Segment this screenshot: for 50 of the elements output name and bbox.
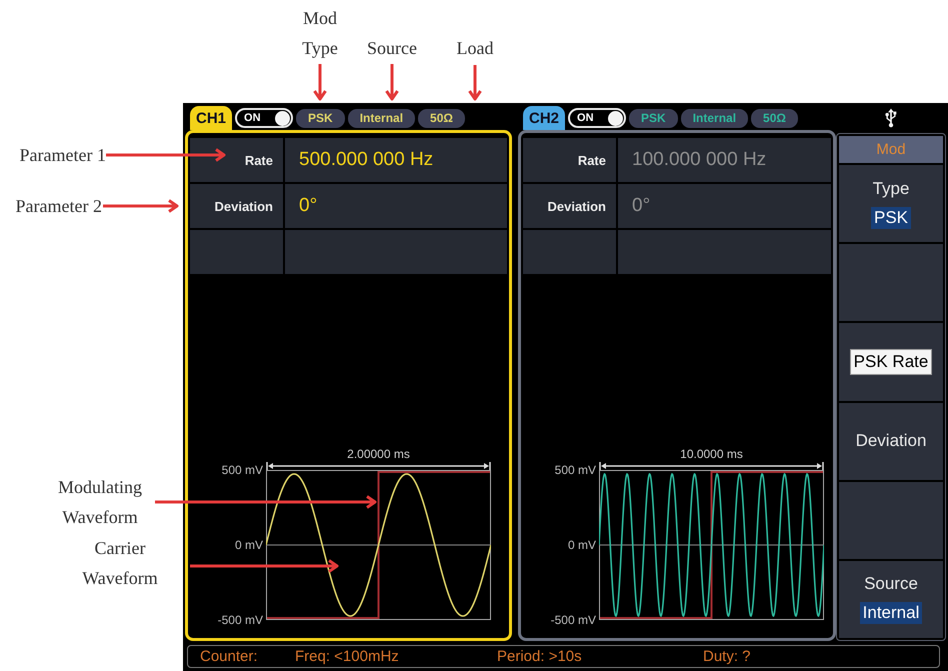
parameter-name: Rate <box>190 138 283 182</box>
softkey-button[interactable]: Type PSK <box>839 165 943 242</box>
callout-label: Modulating Waveform <box>57 476 143 529</box>
counter-reading: Freq: <100mHz <box>295 648 400 665</box>
callout-arrow <box>385 64 399 101</box>
menu-title: Mod <box>839 136 943 163</box>
setting-indicator: 50Ω <box>751 108 798 128</box>
softkey-value: PSK <box>870 206 912 229</box>
axis-label: 500 mV <box>222 463 263 477</box>
softkey-value: Internal <box>860 602 922 624</box>
knob-icon <box>275 110 290 126</box>
parameter-value[interactable]: 0° <box>285 184 507 228</box>
time-span-label: 10.0000 ms <box>680 448 743 461</box>
parameter-value[interactable]: 500.000 000 Hz <box>285 138 507 182</box>
usb-icon <box>885 108 897 128</box>
softkey-button[interactable]: PSK Rate <box>839 323 943 401</box>
counter-reading: Period: >10s <box>497 648 583 665</box>
knob-icon <box>608 110 624 126</box>
parameter-name: Rate <box>523 138 616 182</box>
setting-indicator: Internal <box>348 108 416 128</box>
parameter-value[interactable]: 100.000 000 Hz <box>618 138 831 182</box>
setting-indicator: Internal <box>680 108 748 128</box>
axis-label: -500 mV <box>550 613 596 627</box>
setting-indicator: PSK <box>296 108 345 128</box>
parameter-name: Deviation <box>190 184 283 228</box>
output-toggle[interactable]: ON <box>568 108 626 128</box>
counter-reading: Duty: ? <box>703 648 752 665</box>
callout-label: Source <box>366 37 418 60</box>
time-span-label: 2.00000 ms <box>347 448 410 461</box>
output-toggle[interactable]: ON <box>235 108 294 128</box>
parameter-value[interactable]: 0° <box>618 184 831 228</box>
counter-label: Counter: <box>200 648 259 665</box>
callout-label: Mod Type <box>301 7 339 60</box>
callout-label: Parameter 2 <box>14 195 102 218</box>
callout-label: Parameter 1 <box>18 144 106 167</box>
setting-indicator: 50Ω <box>418 108 466 128</box>
channel-tab[interactable]: CH2 <box>523 106 566 130</box>
channel-tab[interactable]: CH1 <box>190 106 232 130</box>
axis-label: 500 mV <box>554 463 596 477</box>
parameter-name: Deviation <box>523 184 616 228</box>
callout-arrow <box>468 65 482 101</box>
setting-indicator: PSK <box>629 108 678 128</box>
softkey-button[interactable]: Deviation <box>839 402 943 480</box>
axis-label: 0 mV <box>568 538 596 552</box>
callout-label: Carrier Waveform <box>81 537 159 590</box>
callout-label: Load <box>456 37 494 60</box>
softkey-button[interactable]: Source Internal <box>839 560 943 638</box>
axis-label: 0 mV <box>234 538 263 552</box>
axis-label: -500 mV <box>218 613 263 627</box>
callout-arrow <box>313 64 327 101</box>
